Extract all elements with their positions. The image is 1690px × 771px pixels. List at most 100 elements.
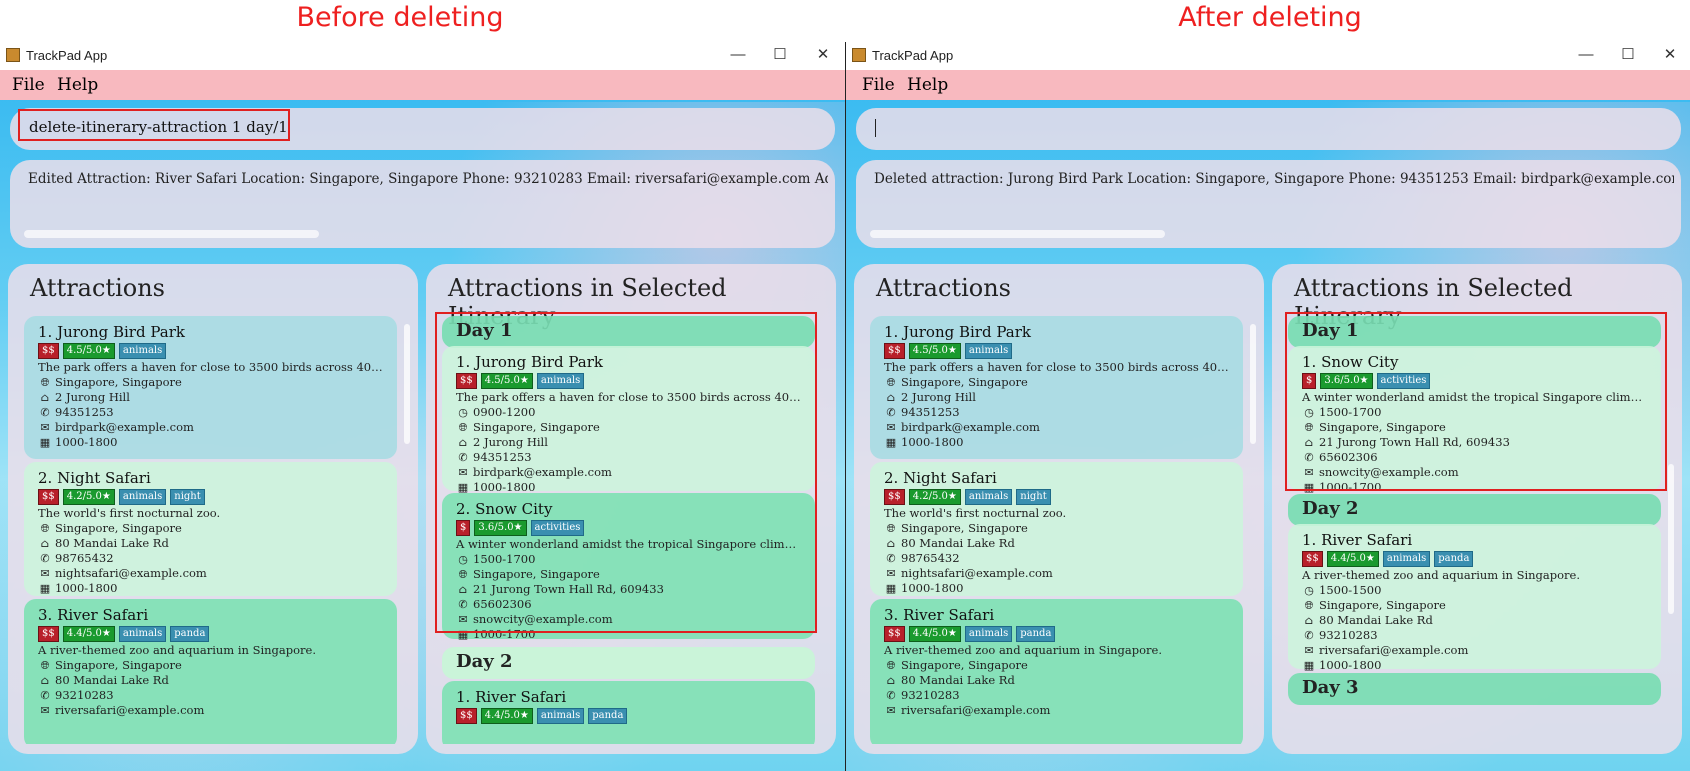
home-icon: ⌂	[40, 537, 50, 550]
day-header[interactable]: Day 2	[1288, 494, 1661, 526]
attraction-name: 1. River Safari	[456, 688, 567, 706]
phone-icon: ✆	[886, 689, 896, 702]
email-text: nightsafari@example.com	[55, 566, 207, 580]
attraction-name: 2. Night Safari	[884, 469, 997, 487]
location-text: Singapore, Singapore	[55, 658, 182, 672]
location-text: Singapore, Singapore	[901, 658, 1028, 672]
day-header[interactable]: Day 3	[1288, 673, 1661, 705]
minimize-button[interactable]: —	[723, 44, 753, 66]
rating-badge: 4.2/5.0★	[62, 489, 115, 505]
globe-icon: 🌐︎	[886, 522, 896, 535]
phone-icon: ✆	[40, 406, 50, 419]
attraction-card[interactable]: 2. Night Safari $$ 4.2/5.0★ animals night T…	[870, 462, 1243, 596]
menu-help[interactable]: Help	[907, 75, 948, 95]
hours-text: 1000-1800	[55, 435, 118, 449]
price-badge: $$	[884, 626, 905, 642]
attractions-list: 1. Jurong Bird Park $$ 4.5/5.0★ animals Th…	[870, 316, 1243, 744]
tag-badge: panda	[1016, 626, 1056, 642]
address-text: 80 Mandai Lake Rd	[1319, 613, 1433, 627]
tag-badge: animals	[964, 489, 1013, 505]
itinerary-attraction-card[interactable]: 1. River Safari $$ 4.4/5.0★ animals panda	[442, 681, 815, 744]
price-badge: $$	[38, 626, 59, 642]
itinerary-scrollbar[interactable]	[1668, 464, 1674, 614]
mail-icon: ✉	[40, 421, 50, 434]
close-button[interactable]: ✕	[808, 44, 838, 66]
attraction-card[interactable]: 3. River Safari $$ 4.4/5.0★ animals panda A…	[24, 599, 397, 744]
hours-text: 1000-1800	[901, 581, 964, 595]
command-input[interactable]	[875, 118, 876, 137]
menu-file[interactable]: File	[862, 75, 895, 95]
attraction-card[interactable]: 1. Jurong Bird Park $$ 4.5/5.0★ animals Th…	[24, 316, 397, 459]
home-icon: ⌂	[1304, 614, 1314, 627]
attractions-title: Attractions	[876, 274, 1011, 302]
attractions-scrollbar[interactable]	[1250, 324, 1256, 444]
attraction-description: The park offers a haven for close to 350…	[884, 360, 1229, 374]
title-bar: TrackPad App — ☐ ✕	[0, 42, 845, 70]
address-text: 80 Mandai Lake Rd	[901, 673, 1015, 687]
phone-icon: ✆	[886, 406, 896, 419]
attractions-panel: Attractions 1. Jurong Bird Park $$ 4.5/5.…	[8, 264, 418, 754]
address-text: 80 Mandai Lake Rd	[901, 536, 1015, 550]
price-badge: $$	[456, 708, 477, 724]
email-text: riversafari@example.com	[901, 703, 1051, 717]
menu-help[interactable]: Help	[57, 75, 98, 95]
close-button[interactable]: ✕	[1655, 44, 1685, 66]
rating-badge: 4.4/5.0★	[908, 626, 961, 642]
app-icon	[852, 48, 866, 62]
calendar-icon: ▦	[39, 436, 51, 449]
minimize-button[interactable]: —	[1571, 44, 1601, 66]
email-text: riversafari@example.com	[1319, 643, 1469, 657]
menu-file[interactable]: File	[12, 75, 45, 95]
mail-icon: ✉	[886, 704, 896, 717]
tag-badge: animals	[1382, 551, 1431, 567]
phone-text: 98765432	[55, 551, 114, 565]
menu-bar: File Help	[0, 70, 845, 100]
command-box[interactable]	[856, 108, 1681, 150]
globe-icon: 🌐︎	[40, 376, 50, 389]
attraction-description: A river-themed zoo and aquarium in Singa…	[38, 643, 317, 657]
globe-icon: 🌐︎	[40, 659, 50, 672]
price-badge: $$	[884, 343, 905, 359]
phone-text: 94351253	[55, 405, 114, 419]
home-icon: ⌂	[886, 537, 896, 550]
hours-text: 1000-1800	[1319, 658, 1382, 672]
phone-text: 94351253	[901, 405, 960, 419]
attraction-description: The world's first nocturnal zoo.	[884, 506, 1067, 520]
phone-text: 93210283	[901, 688, 960, 702]
attraction-card[interactable]: 1. Jurong Bird Park $$ 4.5/5.0★ animals Th…	[870, 316, 1243, 459]
phone-icon: ✆	[1304, 629, 1314, 642]
result-text: Edited Attraction: River Safari Location…	[28, 171, 828, 187]
mail-icon: ✉	[40, 704, 50, 717]
attractions-scrollbar[interactable]	[404, 324, 410, 444]
maximize-button[interactable]: ☐	[1613, 44, 1643, 66]
phone-icon: ✆	[40, 689, 50, 702]
mail-icon: ✉	[1304, 644, 1314, 657]
email-text: nightsafari@example.com	[901, 566, 1053, 580]
attraction-description: A river-themed zoo and aquarium in Singa…	[884, 643, 1163, 657]
rating-badge: 4.4/5.0★	[1326, 551, 1379, 567]
calendar-icon: ▦	[885, 582, 897, 595]
itinerary-attraction-card[interactable]: 1. River Safari $$ 4.4/5.0★ animals panda A…	[1288, 524, 1661, 672]
maximize-button[interactable]: ☐	[765, 44, 795, 66]
home-icon: ⌂	[886, 674, 896, 687]
address-text: 80 Mandai Lake Rd	[55, 536, 169, 550]
attraction-card[interactable]: 2. Night Safari $$ 4.2/5.0★ animals night T…	[24, 462, 397, 596]
mail-icon: ✉	[40, 567, 50, 580]
attraction-description: The park offers a haven for close to 350…	[38, 360, 383, 374]
tag-badge: night	[1016, 489, 1051, 505]
tag-badge: animals	[964, 343, 1013, 359]
result-scrollbar[interactable]	[24, 230, 319, 238]
price-badge: $$	[1302, 551, 1323, 567]
location-text: Singapore, Singapore	[55, 375, 182, 389]
price-badge: $$	[884, 489, 905, 505]
itinerary-highlight	[435, 312, 817, 633]
result-display: Edited Attraction: River Safari Location…	[10, 160, 835, 248]
time-text: 1500-1500	[1319, 583, 1382, 597]
before-caption: Before deleting	[296, 2, 504, 33]
clock-icon: ◷	[1304, 584, 1314, 597]
attractions-title: Attractions	[30, 274, 165, 302]
tag-badge: animals	[118, 343, 167, 359]
result-scrollbar[interactable]	[870, 230, 1165, 238]
day-header[interactable]: Day 2	[442, 647, 815, 679]
attraction-card[interactable]: 3. River Safari $$ 4.4/5.0★ animals panda A…	[870, 599, 1243, 744]
